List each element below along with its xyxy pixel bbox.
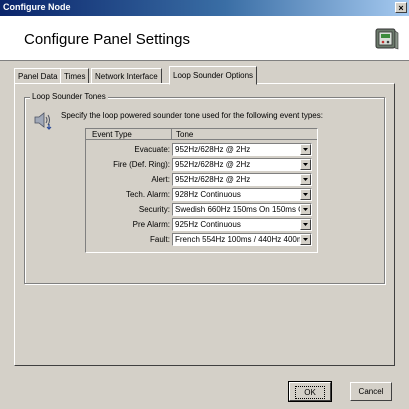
table-row: Evacuate: 952Hz/628Hz @ 2Hz bbox=[86, 142, 317, 157]
tones-table: Event Type Tone Evacuate: 952Hz/628Hz @ … bbox=[85, 128, 318, 253]
dropdown-arrow-button[interactable] bbox=[300, 204, 311, 215]
table-row: Fault: French 554Hz 100ms / 440Hz 400ms bbox=[86, 232, 317, 247]
column-header-tone: Tone bbox=[176, 130, 194, 139]
column-header-event-type: Event Type bbox=[92, 130, 132, 139]
tone-value: 925Hz Continuous bbox=[175, 220, 241, 229]
event-type-label: Tech. Alarm: bbox=[125, 190, 170, 199]
chevron-down-icon bbox=[303, 223, 308, 226]
title-bar: Configure Node × bbox=[0, 0, 409, 16]
dropdown-arrow-button[interactable] bbox=[300, 219, 311, 230]
table-row: Tech. Alarm: 928Hz Continuous bbox=[86, 187, 317, 202]
tab-times[interactable]: Times bbox=[60, 68, 90, 84]
event-type-label: Alert: bbox=[151, 175, 170, 184]
close-button[interactable]: × bbox=[395, 2, 407, 13]
chevron-down-icon bbox=[303, 178, 308, 181]
tone-dropdown[interactable]: 952Hz/628Hz @ 2Hz bbox=[172, 143, 312, 156]
ok-button[interactable]: OK bbox=[288, 381, 332, 402]
dropdown-arrow-button[interactable] bbox=[300, 159, 311, 170]
event-type-label: Pre Alarm: bbox=[132, 220, 170, 229]
window-title: Configure Node bbox=[3, 2, 71, 12]
instruction-text: Specify the loop powered sounder tone us… bbox=[61, 111, 323, 120]
event-type-label: Fire (Def. Ring): bbox=[113, 160, 170, 169]
dialog-header: Configure Panel Settings bbox=[0, 16, 409, 61]
table-row: Pre Alarm: 925Hz Continuous bbox=[86, 217, 317, 232]
tone-dropdown[interactable]: 952Hz/628Hz @ 2Hz bbox=[172, 173, 312, 186]
dropdown-arrow-button[interactable] bbox=[300, 234, 311, 245]
speaker-icon bbox=[34, 112, 52, 130]
tab-panel: Loop Sounder Tones Specify the loop powe… bbox=[14, 83, 395, 366]
table-row: Alert: 952Hz/628Hz @ 2Hz bbox=[86, 172, 317, 187]
panel-device-icon bbox=[375, 28, 399, 50]
dropdown-arrow-button[interactable] bbox=[300, 189, 311, 200]
tone-dropdown[interactable]: French 554Hz 100ms / 440Hz 400ms bbox=[172, 233, 312, 246]
chevron-down-icon bbox=[303, 148, 308, 151]
tone-dropdown[interactable]: Swedish 660Hz 150ms On 150ms Off bbox=[172, 203, 312, 216]
page-title: Configure Panel Settings bbox=[24, 31, 190, 48]
group-legend: Loop Sounder Tones bbox=[30, 92, 108, 101]
loop-sounder-tones-group: Loop Sounder Tones Specify the loop powe… bbox=[24, 92, 385, 284]
tab-panel-data[interactable]: Panel Data bbox=[14, 68, 62, 84]
tone-dropdown[interactable]: 925Hz Continuous bbox=[172, 218, 312, 231]
chevron-down-icon bbox=[303, 163, 308, 166]
tone-value: French 554Hz 100ms / 440Hz 400ms bbox=[175, 235, 308, 244]
tone-value: 952Hz/628Hz @ 2Hz bbox=[175, 145, 251, 154]
dropdown-arrow-button[interactable] bbox=[300, 174, 311, 185]
tab-network-interface[interactable]: Network Interface bbox=[91, 68, 162, 84]
table-row: Security: Swedish 660Hz 150ms On 150ms O… bbox=[86, 202, 317, 217]
event-type-label: Security: bbox=[138, 205, 170, 214]
tone-value: 952Hz/628Hz @ 2Hz bbox=[175, 160, 251, 169]
event-type-label: Evacuate: bbox=[134, 145, 170, 154]
dropdown-arrow-button[interactable] bbox=[300, 144, 311, 155]
table-row: Fire (Def. Ring): 952Hz/628Hz @ 2Hz bbox=[86, 157, 317, 172]
cancel-button-label: Cancel bbox=[358, 387, 384, 396]
cancel-button[interactable]: Cancel bbox=[350, 382, 392, 401]
chevron-down-icon bbox=[303, 193, 308, 196]
chevron-down-icon bbox=[303, 208, 308, 211]
tone-value: 928Hz Continuous bbox=[175, 190, 241, 199]
event-type-label: Fault: bbox=[149, 235, 170, 244]
table-header: Event Type Tone bbox=[86, 129, 317, 140]
tone-value: 952Hz/628Hz @ 2Hz bbox=[175, 175, 251, 184]
tab-loop-sounder-options[interactable]: Loop Sounder Options bbox=[169, 66, 258, 85]
chevron-down-icon bbox=[303, 238, 308, 241]
ok-button-label: OK bbox=[295, 386, 325, 399]
tone-dropdown[interactable]: 952Hz/628Hz @ 2Hz bbox=[172, 158, 312, 171]
tone-value: Swedish 660Hz 150ms On 150ms Off bbox=[175, 205, 309, 214]
tone-dropdown[interactable]: 928Hz Continuous bbox=[172, 188, 312, 201]
